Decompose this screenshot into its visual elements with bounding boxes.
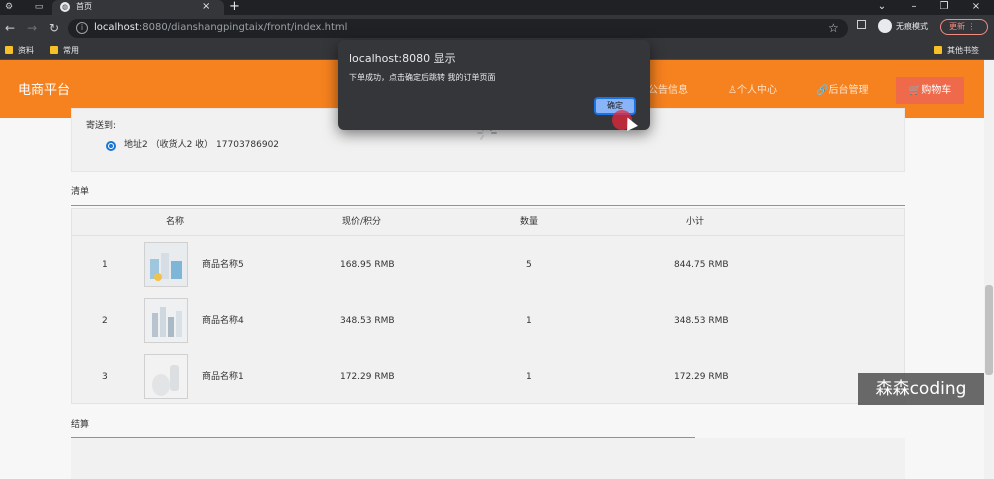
reload-icon[interactable]: ↻	[46, 20, 62, 36]
cart-icon: 🛒	[908, 85, 922, 96]
nav-admin[interactable]: 🔗后台管理	[816, 85, 868, 97]
column-header-name: 名称	[166, 217, 185, 227]
alert-dialog: localhost:8080 显示 下单成功，点击确定后跳转 我的订单页面 确定	[338, 40, 650, 130]
address-bar[interactable]: i localhost:8080/dianshangpingtaix/front…	[68, 19, 848, 38]
bookmark-folder[interactable]: 常用	[50, 45, 79, 56]
address-option[interactable]: 地址2 （收货人2 收） 17703786902	[124, 139, 279, 152]
cart-button[interactable]: 🛒购物车	[896, 77, 964, 104]
folder-icon	[934, 46, 942, 54]
product-thumbnail[interactable]	[144, 354, 188, 399]
forward-icon[interactable]: →	[24, 20, 40, 36]
product-price: 168.95 RMB	[340, 260, 395, 270]
dialog-title: localhost:8080 显示	[349, 52, 456, 65]
table-row: 2 商品名称4 348.53 RMB 1 348.53 RMB	[72, 293, 904, 349]
table-row: 1 商品名称5 168.95 RMB 5 844.75 RMB	[72, 237, 904, 293]
product-price: 348.53 RMB	[340, 316, 395, 326]
restore-icon[interactable]: ❐	[936, 0, 952, 14]
product-thumbnail[interactable]	[144, 298, 188, 343]
settle-section-title: 结算	[71, 420, 90, 430]
table-row: 3 商品名称1 172.29 RMB 1 172.29 RMB	[72, 349, 904, 405]
row-index: 3	[102, 372, 108, 382]
other-bookmarks[interactable]: 其他书签	[934, 45, 979, 56]
globe-icon: ◍	[60, 2, 70, 12]
watermark: 森森coding	[858, 373, 984, 405]
tab-title: 首页	[76, 2, 92, 11]
back-icon[interactable]: ←	[2, 20, 18, 36]
product-price: 172.29 RMB	[340, 372, 395, 382]
ship-to-label: 寄送到:	[86, 121, 117, 131]
section-divider	[71, 205, 905, 206]
header-divider	[72, 235, 904, 236]
info-icon[interactable]: i	[76, 22, 88, 34]
product-subtotal: 348.53 RMB	[674, 316, 729, 326]
update-button[interactable]: 更新 ⋮	[940, 19, 988, 35]
side-panel-icon[interactable]	[857, 20, 866, 29]
tab-strip-icon[interactable]: ▭	[32, 1, 46, 13]
product-qty: 1	[526, 372, 532, 382]
site-brand[interactable]: 电商平台	[18, 83, 70, 99]
order-items-table: 名称 现价/积分 数量 小计 1 商品名称5 168.95 RMB 5 844.…	[71, 208, 905, 404]
product-subtotal: 844.75 RMB	[674, 260, 729, 270]
product-subtotal: 172.29 RMB	[674, 372, 729, 382]
product-name[interactable]: 商品名称5	[202, 260, 244, 271]
nav-user-center[interactable]: ♙个人中心	[728, 85, 777, 97]
incognito-icon	[878, 19, 892, 33]
close-icon[interactable]: ×	[202, 1, 210, 13]
minimize-icon[interactable]: –	[906, 0, 922, 14]
browser-menu-icon[interactable]: ⚙	[2, 1, 16, 13]
list-section-title: 清单	[71, 187, 90, 197]
window-close-icon[interactable]: ×	[968, 0, 984, 14]
product-name[interactable]: 商品名称4	[202, 316, 244, 327]
column-header-qty: 数量	[520, 217, 539, 227]
bookmark-star-icon[interactable]: ☆	[828, 20, 839, 36]
nav-notice[interactable]: 公告信息	[648, 85, 688, 97]
browser-toolbar: ← → ↻ i localhost:8080/dianshangpingtaix…	[0, 15, 994, 42]
new-tab-icon[interactable]: +	[229, 0, 240, 14]
product-qty: 1	[526, 316, 532, 326]
column-header-subtotal: 小计	[686, 217, 705, 227]
row-index: 2	[102, 316, 108, 326]
row-index: 1	[102, 260, 108, 270]
chevron-down-icon[interactable]: ⌄	[874, 0, 890, 14]
folder-icon	[5, 46, 13, 54]
settlement-panel	[71, 438, 905, 479]
column-header-price: 现价/积分	[342, 217, 382, 227]
browser-tab[interactable]: ◍ 首页 ×	[52, 0, 224, 15]
product-qty: 5	[526, 260, 532, 270]
bookmark-folder[interactable]: 资料	[5, 45, 34, 56]
link-icon: 🔗	[816, 85, 829, 96]
scrollbar-thumb[interactable]	[985, 285, 993, 375]
dialog-message: 下单成功，点击确定后跳转 我的订单页面	[349, 73, 496, 82]
incognito-label: 无痕模式	[896, 22, 928, 31]
url-text[interactable]: localhost:8080/dianshangpingtaix/front/i…	[94, 21, 347, 35]
product-name[interactable]: 商品名称1	[202, 372, 244, 383]
address-radio[interactable]	[106, 141, 116, 151]
page-scrollbar[interactable]	[984, 60, 994, 479]
browser-tab-bar: ⚙ ▭ ◍ 首页 × + ⌄ – ❐ ×	[0, 0, 994, 15]
user-icon: ♙	[728, 85, 737, 96]
product-thumbnail[interactable]	[144, 242, 188, 287]
folder-icon	[50, 46, 58, 54]
